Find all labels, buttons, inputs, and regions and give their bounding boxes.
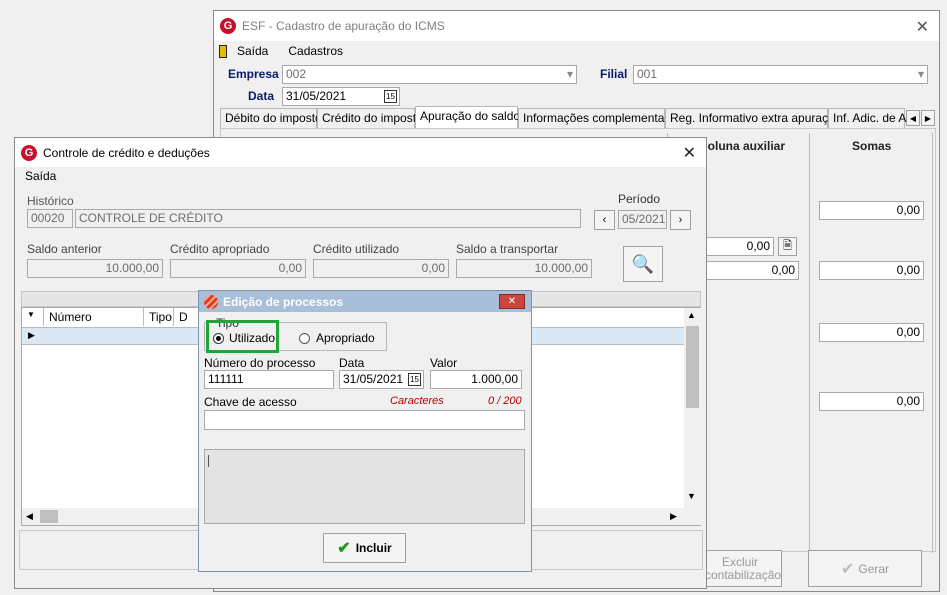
icms-title: ESF - Cadastro de apuração do ICMS [242,19,445,33]
aux-value-1[interactable]: 0,00 [704,237,774,256]
filial-label: Filial [600,67,628,81]
search-document-icon[interactable]: 🔍 [623,246,663,282]
close-icon[interactable]: ✕ [916,17,929,37]
icms-titlebar: G ESF - Cadastro de apuração do ICMS ✕ [214,11,939,41]
somas-value-3[interactable]: 0,00 [819,323,924,342]
check-icon: ✔ [337,540,351,557]
historico-code: 00020 [27,209,73,228]
hscroll-thumb[interactable] [40,510,58,523]
periodo-label: Período [618,192,661,206]
somas-value-4[interactable]: 0,00 [819,392,924,411]
edicao-dialog: Edição de processos ✕ Tipo Utilizado Apr… [198,290,532,572]
periodo-next-button[interactable]: › [670,210,691,230]
radio-checked-icon [213,332,224,344]
col-tipo[interactable]: Tipo [144,308,174,326]
credit-titlebar: G Controle de crédito e deduções ✕ [15,138,706,167]
scroll-down-icon[interactable]: ▼ [687,491,696,501]
tab-scroll-right[interactable]: ▶ [921,110,935,126]
empresa-label: Empresa [228,67,279,81]
filial-select[interactable]: 001 ▾ [633,65,928,84]
tab-apuracao[interactable]: Apuração do saldo [415,106,520,128]
saldo-transportar-label: Saldo a transportar [456,242,559,256]
credito-apropriado-value: 0,00 [170,259,306,278]
valor-input[interactable]: 1.000,00 [430,370,522,389]
dialog-titlebar: Edição de processos ✕ [199,291,531,312]
data-input[interactable]: 31/05/2021 15 [282,87,400,106]
tab-inf-adic[interactable]: Inf. Adic. de A [828,108,906,128]
credito-apropriado-label: Crédito apropriado [170,242,270,256]
chevron-down-icon: ▾ [566,67,573,81]
periodo-input: 05/2021 [618,210,667,229]
menu-cadastros[interactable]: Cadastros [288,44,343,58]
scroll-right-icon[interactable]: ▶ [670,511,677,522]
credit-title: Controle de crédito e deduções [43,145,210,160]
close-icon[interactable]: ✕ [499,294,525,309]
tab-strip: Débito do imposto Crédito do imposto Apu… [220,106,936,128]
caracteres-count: 0 / 200 [488,395,522,407]
periodo-prev-button[interactable]: ‹ [594,210,615,230]
app-logo-icon: G [21,144,37,161]
dialog-title: Edição de processos [223,294,344,309]
scroll-up-icon[interactable]: ▲ [687,310,696,320]
row-pointer-icon: ▶ [28,330,35,340]
radio-unchecked-icon [299,332,310,344]
row-indicator-head: ▼ [22,308,44,326]
empresa-select[interactable]: 002 ▾ [282,65,577,84]
app-logo-icon: G [220,18,236,34]
saldo-anterior-value: 10.000,00 [27,259,163,278]
close-icon[interactable]: ✕ [683,143,696,163]
exit-icon [219,44,227,58]
credito-utilizado-label: Crédito utilizado [313,242,400,256]
radio-apropriado[interactable]: Apropriado [299,331,375,345]
tab-informacoes[interactable]: Informações complementares [518,108,681,128]
historico-label: Histórico [27,194,74,208]
scroll-thumb[interactable] [686,326,699,408]
notes-area[interactable] [204,449,525,524]
historico-text: CONTROLE DE CRÉDITO [75,209,581,228]
tab-credito[interactable]: Crédito do imposto [317,108,423,128]
menu-saida[interactable]: Saída [237,44,268,58]
chave-input[interactable] [204,410,525,430]
somas-value-1[interactable]: 0,00 [819,201,924,220]
caracteres-label: Caracteres [390,395,444,407]
credito-utilizado-value: 0,00 [313,259,449,278]
chave-label: Chave de acesso [204,395,297,409]
valor-label: Valor [430,356,458,370]
somas-value-2[interactable]: 0,00 [819,261,924,280]
document-icon[interactable]: 🗎 [778,237,797,256]
gerar-button[interactable]: ✔ Gerar [808,550,922,587]
check-icon: ✔ [840,560,855,578]
text-cursor [208,455,209,467]
menu-saida[interactable]: Saída [25,169,56,183]
numero-input[interactable]: 111111 [204,370,334,389]
data-label: Data [339,356,365,370]
col-numero[interactable]: Número [44,308,144,326]
calendar-icon[interactable]: 15 [408,373,421,386]
aux-header: Coluna auxiliar [699,139,786,153]
radio-utilizado[interactable]: Utilizado [213,331,275,345]
aux-value-2[interactable]: 0,00 [704,261,799,280]
tab-debito[interactable]: Débito do imposto [220,108,322,128]
excluir-contabilizacao-button[interactable]: Excluir contabilização [698,550,782,587]
dialog-logo-icon [204,294,218,309]
tab-reg-informativo[interactable]: Reg. Informativo extra apuração [665,108,841,128]
chevron-down-icon: ▾ [917,67,924,81]
incluir-button[interactable]: ✔ Incluir [323,533,406,563]
saldo-anterior-label: Saldo anterior [27,242,102,256]
numero-label: Número do processo [204,356,316,370]
vertical-scrollbar[interactable]: ▲ ▼ [684,308,701,525]
data-input[interactable]: 31/05/2021 15 [339,370,424,389]
menubar: Saída Cadastros [214,41,939,61]
tab-scroll-left[interactable]: ◀ [906,110,920,126]
somas-header: Somas [852,139,892,153]
scroll-left-icon[interactable]: ◀ [26,511,33,522]
somas-column [812,133,933,553]
calendar-icon[interactable]: 15 [384,90,397,103]
saldo-transportar-value: 10.000,00 [456,259,592,278]
data-label: Data [248,89,275,103]
